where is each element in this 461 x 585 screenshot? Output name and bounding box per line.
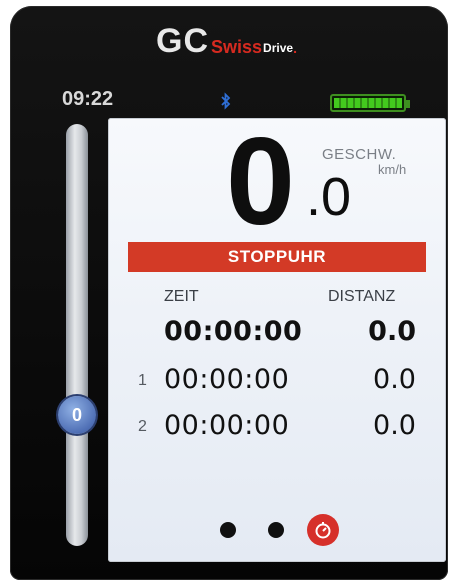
clock-time: 09:22 (62, 88, 114, 110)
row-distance: 0.0 (368, 316, 416, 347)
assist-slider-knob[interactable]: 0 (58, 396, 96, 434)
row-time: 00:00:00 (164, 410, 290, 441)
speed-decimal: .0 (306, 167, 352, 227)
page-dot-1[interactable] (220, 522, 236, 538)
logo-drive: Drive (263, 41, 294, 55)
row-distance: 0.0 (373, 364, 416, 395)
column-header-distance: DISTANZ (328, 288, 396, 305)
speed-unit: km/h (378, 162, 407, 177)
page-dot-2[interactable] (268, 522, 284, 538)
assist-level-value: 0 (71, 404, 82, 425)
battery-indicator (330, 94, 410, 112)
stopwatch-icon (315, 522, 331, 539)
row-time: 00:00:00 (164, 316, 303, 347)
mode-banner: STOPPUHR (128, 242, 426, 272)
display-screen: 0 .0 GESCHW. km/h STOPPUHR ZEIT DISTANZ … (108, 118, 446, 562)
column-header-time: ZEIT (164, 288, 199, 305)
table-row: 1 00:00:00 0.0 (108, 362, 446, 402)
row-time: 00:00:00 (164, 364, 290, 395)
row-distance: 0.0 (373, 410, 416, 441)
device-frame: GC Swiss Drive . 09:22 0 0 .0 GESCHW. km… (10, 6, 448, 580)
bluetooth-icon (221, 92, 231, 110)
logo-gc: GC (156, 22, 209, 60)
battery-fill (334, 98, 402, 108)
table-row: 2 00:00:00 0.0 (108, 408, 446, 448)
assist-slider-track[interactable] (66, 124, 88, 546)
table-row: 00:00:00 0.0 (108, 314, 446, 354)
mode-title: STOPPUHR (227, 247, 327, 266)
brand-logo: GC Swiss Drive . (156, 22, 297, 58)
page-indicator (108, 514, 446, 546)
speed-label: GESCHW. (322, 146, 397, 163)
battery-nub (406, 100, 410, 108)
row-index: 1 (138, 372, 147, 389)
speed-integer: 0 (226, 113, 295, 251)
row-index: 2 (138, 418, 147, 435)
logo-dot: . (293, 40, 297, 56)
logo-swiss: Swiss (211, 37, 263, 57)
page-dot-stopwatch[interactable] (307, 514, 339, 546)
